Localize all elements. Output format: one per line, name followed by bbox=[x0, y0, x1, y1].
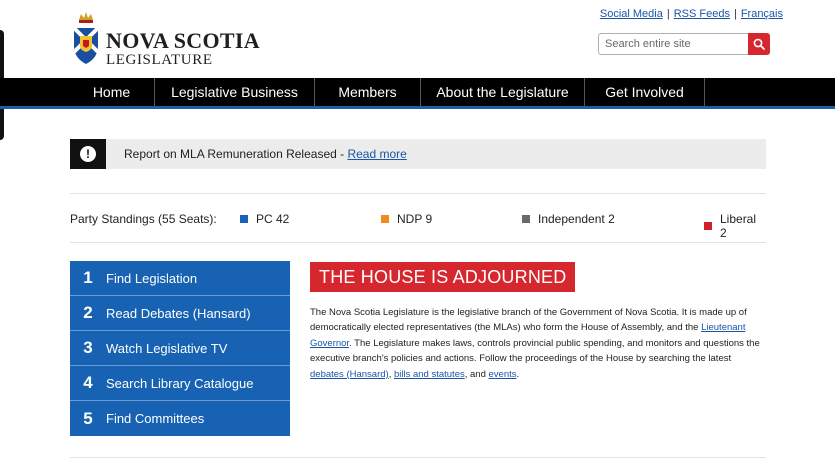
separator: | bbox=[733, 8, 737, 20]
party-standings: Party Standings (55 Seats): PC 42 NDP 9 … bbox=[70, 212, 766, 240]
independent-swatch bbox=[522, 215, 530, 223]
site-search bbox=[598, 33, 770, 55]
quick-link-search-library[interactable]: 4 Search Library Catalogue bbox=[70, 366, 290, 401]
crest-icon bbox=[72, 12, 100, 64]
intro-text: , and bbox=[464, 368, 489, 380]
logo-subtitle: LEGISLATURE bbox=[106, 52, 213, 68]
quick-link-watch-tv[interactable]: 3 Watch Legislative TV bbox=[70, 331, 290, 366]
party-independent: Independent 2 bbox=[522, 212, 615, 226]
site-header: NOVA SCOTIA LEGISLATURE Social Media | RSS… bbox=[0, 0, 835, 77]
alert-icon: ! bbox=[70, 139, 106, 169]
francais-link[interactable]: Français bbox=[741, 8, 783, 20]
intro-text: The Nova Scotia Legislature is the legis… bbox=[310, 307, 747, 334]
divider bbox=[70, 193, 766, 194]
quick-link-number: 3 bbox=[83, 338, 93, 357]
quick-link-label: Watch Legislative TV bbox=[106, 340, 228, 356]
alert-text: Report on MLA Remuneration Released - bbox=[124, 147, 348, 161]
quick-link-read-debates[interactable]: 2 Read Debates (Hansard) bbox=[70, 296, 290, 331]
legislature-intro: The Nova Scotia Legislature is the legis… bbox=[310, 305, 766, 382]
separator: | bbox=[666, 8, 670, 20]
party-ndp: NDP 9 bbox=[381, 212, 432, 226]
party-liberal: Liberal 2 bbox=[704, 212, 766, 240]
divider bbox=[70, 242, 766, 243]
nav-get-involved[interactable]: Get Involved bbox=[585, 78, 705, 106]
party-ndp-label: NDP 9 bbox=[397, 212, 433, 226]
quick-link-find-legislation[interactable]: 1 Find Legislation bbox=[70, 261, 290, 296]
quick-link-label: Find Legislation bbox=[106, 270, 198, 286]
house-status-heading: THE HOUSE IS ADJOURNED bbox=[310, 262, 576, 292]
main-nav: Home Legislative Business Members About … bbox=[0, 78, 835, 109]
logo-title: NOVA SCOTIA bbox=[106, 28, 260, 53]
nav-members[interactable]: Members bbox=[315, 78, 421, 106]
social-media-link[interactable]: Social Media bbox=[600, 8, 663, 20]
standings-label: Party Standings (55 Seats): bbox=[70, 212, 217, 226]
party-pc: PC 42 bbox=[240, 212, 289, 226]
site-logo[interactable]: NOVA SCOTIA LEGISLATURE bbox=[72, 10, 260, 69]
intro-text: . The Legislature makes laws, controls p… bbox=[310, 337, 760, 365]
nav-home[interactable]: Home bbox=[69, 78, 155, 106]
ndp-swatch bbox=[381, 215, 389, 223]
quick-links: 1 Find Legislation 2 Read Debates (Hansa… bbox=[70, 261, 290, 436]
party-pc-label: PC 42 bbox=[256, 212, 290, 226]
intro-text: . bbox=[516, 368, 520, 380]
bills-statutes-link[interactable]: bills and statutes bbox=[394, 369, 465, 380]
party-liberal-label: Liberal 2 bbox=[720, 212, 757, 240]
quick-link-number: 4 bbox=[83, 373, 93, 392]
quick-link-find-committees[interactable]: 5 Find Committees bbox=[70, 401, 290, 436]
debates-link[interactable]: debates (Hansard) bbox=[310, 369, 389, 380]
liberal-swatch bbox=[704, 222, 712, 230]
utility-links: Social Media | RSS Feeds | Français bbox=[600, 8, 783, 20]
alert-banner: ! Report on MLA Remuneration Released - … bbox=[70, 139, 766, 169]
events-link[interactable]: events bbox=[489, 369, 517, 380]
party-independent-label: Independent 2 bbox=[538, 212, 615, 226]
search-input[interactable] bbox=[598, 33, 748, 55]
pc-swatch bbox=[240, 215, 248, 223]
quick-link-number: 1 bbox=[83, 268, 93, 287]
nav-about-the-legislature[interactable]: About the Legislature bbox=[421, 78, 585, 106]
divider bbox=[70, 457, 766, 458]
alert-message: Report on MLA Remuneration Released - Re… bbox=[124, 147, 407, 161]
rss-feeds-link[interactable]: RSS Feeds bbox=[674, 8, 730, 20]
nav-legislative-business[interactable]: Legislative Business bbox=[155, 78, 315, 106]
quick-link-label: Search Library Catalogue bbox=[106, 375, 254, 391]
quick-link-label: Find Committees bbox=[106, 411, 205, 426]
search-button[interactable] bbox=[748, 33, 770, 55]
quick-link-number: 2 bbox=[83, 303, 93, 322]
quick-link-label: Read Debates (Hansard) bbox=[106, 305, 251, 321]
read-more-link[interactable]: Read more bbox=[347, 147, 406, 161]
quick-link-number: 5 bbox=[83, 408, 93, 428]
search-icon bbox=[753, 38, 765, 50]
